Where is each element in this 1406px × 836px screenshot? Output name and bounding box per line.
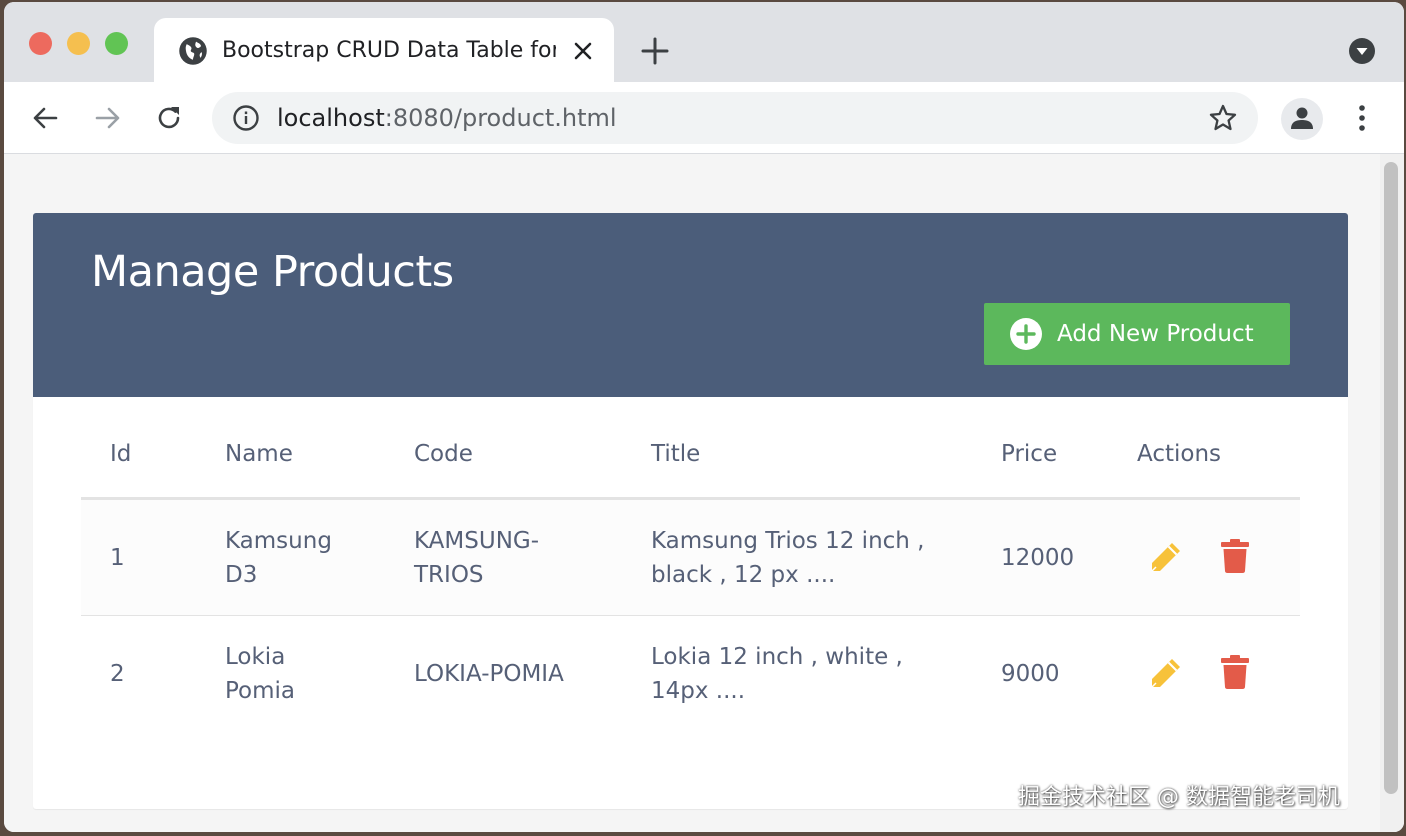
- tab-title: Bootstrap CRUD Data Table for Database: [222, 38, 556, 63]
- browser-window: Bootstrap CRUD Data Table for Database: [4, 2, 1404, 832]
- cell-title-line: Lokia 12 inch , white ,: [651, 644, 903, 670]
- table-row[interactable]: 2 Lokia Pomia LOKIA-POMIA Lokia 12 inch …: [81, 616, 1300, 731]
- window-maximize-button[interactable]: [105, 32, 128, 55]
- product-card: Manage Products Add New Product Id Name …: [33, 213, 1348, 809]
- cell-name-line: Pomia: [225, 678, 296, 704]
- cell-code: KAMSUNG- TRIOS: [414, 524, 539, 592]
- info-icon[interactable]: [232, 104, 260, 132]
- trash-icon[interactable]: [1220, 654, 1250, 690]
- column-header-name[interactable]: Name: [225, 437, 293, 471]
- card-header: Manage Products Add New Product: [33, 213, 1348, 397]
- add-new-product-label: Add New Product: [1057, 321, 1254, 347]
- url-path: :8080/product.html: [384, 104, 617, 132]
- column-header-code[interactable]: Code: [414, 437, 473, 471]
- cell-code-line: KAMSUNG-: [414, 528, 540, 554]
- cell-name-line: Lokia: [225, 644, 286, 670]
- trash-icon[interactable]: [1220, 538, 1250, 574]
- pencil-icon[interactable]: [1147, 540, 1183, 576]
- column-header-title[interactable]: Title: [651, 437, 700, 471]
- tab-strip: Bootstrap CRUD Data Table for Database: [4, 2, 1404, 82]
- url-host: localhost: [277, 104, 385, 132]
- window-minimize-button[interactable]: [67, 32, 90, 55]
- cell-code: LOKIA-POMIA: [414, 661, 564, 687]
- cell-name-line: Kamsung: [225, 528, 332, 554]
- cell-price: 9000: [1001, 661, 1060, 687]
- add-new-product-button[interactable]: Add New Product: [984, 303, 1290, 365]
- plus-icon[interactable]: [640, 36, 670, 66]
- plus-circle-icon: [1010, 318, 1042, 350]
- cell-id: 2: [110, 661, 125, 687]
- cell-title: Lokia 12 inch , white , 14px ....: [651, 640, 903, 708]
- url-text[interactable]: localhost:8080/product.html: [277, 102, 617, 134]
- column-header-actions: Actions: [1137, 441, 1222, 467]
- cell-title-line: 14px ....: [651, 678, 746, 704]
- address-bar[interactable]: localhost:8080/product.html: [212, 92, 1258, 144]
- user-icon: [1291, 107, 1313, 129]
- cell-name: Kamsung D3: [225, 524, 332, 592]
- cell-name: Lokia Pomia: [225, 640, 295, 708]
- cell-title-line: black , 12 px ....: [651, 562, 836, 588]
- column-header-price[interactable]: Price: [1001, 437, 1057, 471]
- column-header-id[interactable]: Id: [110, 437, 131, 471]
- pencil-icon[interactable]: [1147, 656, 1183, 692]
- browser-tab-active[interactable]: Bootstrap CRUD Data Table for Database: [154, 18, 614, 82]
- table-header-row: Id Name Code Title Price Actions: [81, 397, 1300, 500]
- watermark-text: 掘金技术社区 @ 数据智能老司机: [1018, 785, 1340, 810]
- globe-icon: [179, 37, 207, 65]
- profile-button[interactable]: [1281, 98, 1323, 140]
- reload-icon[interactable]: [153, 102, 185, 134]
- cell-title: Kamsung Trios 12 inch , black , 12 px ..…: [651, 524, 925, 592]
- cell-name-line: D3: [225, 562, 258, 588]
- close-icon[interactable]: [572, 40, 594, 62]
- page-title: Manage Products: [91, 247, 454, 297]
- browser-toolbar: localhost:8080/product.html: [4, 82, 1404, 154]
- window-close-button[interactable]: [29, 32, 52, 55]
- page-scrollbar[interactable]: [1380, 154, 1404, 832]
- arrow-left-icon[interactable]: [30, 102, 62, 134]
- scrollbar-thumb[interactable]: [1384, 162, 1398, 794]
- star-icon[interactable]: [1208, 103, 1238, 133]
- cell-price: 12000: [1001, 545, 1075, 571]
- arrow-right-icon[interactable]: [91, 102, 123, 134]
- cell-title-line: Kamsung Trios 12 inch ,: [651, 528, 925, 554]
- page-viewport: Manage Products Add New Product Id Name …: [4, 154, 1404, 832]
- cell-code-line: TRIOS: [414, 562, 484, 588]
- table-row[interactable]: 1 Kamsung D3 KAMSUNG- TRIOS Kamsung Trio…: [81, 500, 1300, 616]
- cell-id: 1: [110, 545, 125, 571]
- chevron-down-icon[interactable]: [1348, 37, 1376, 65]
- kebab-icon[interactable]: [1350, 102, 1374, 134]
